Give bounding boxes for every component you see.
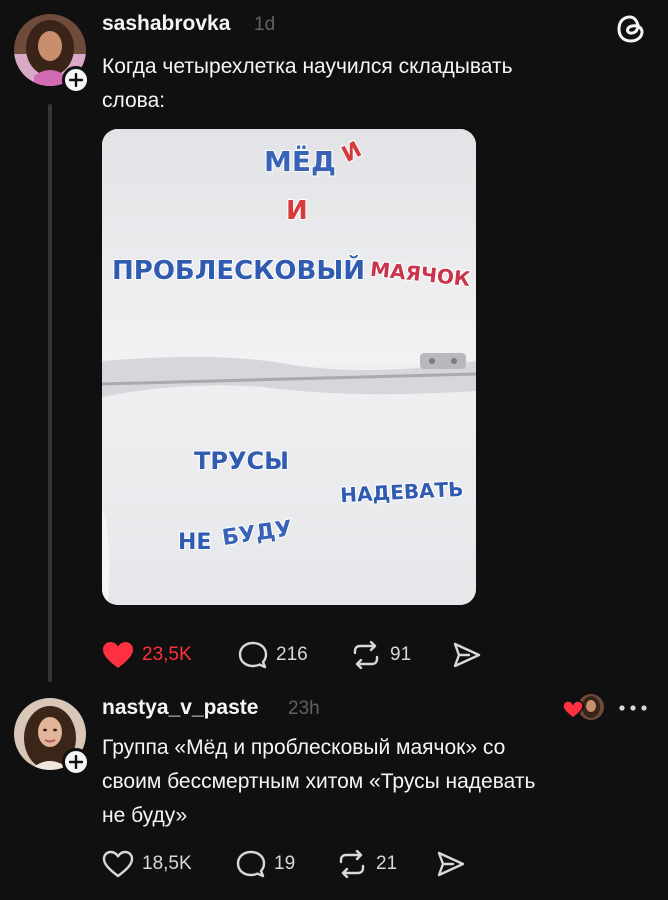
magnet-word: ТРУСЫ xyxy=(194,447,289,475)
fridge-magnets-photo: МЁД И И ПРОБЛЕСКОВЫЙ МАЯЧОК ТРУСЫ НАДЕВА… xyxy=(102,129,476,605)
magnet-word: МЁД xyxy=(264,144,336,178)
repost-button[interactable]: 91 xyxy=(350,641,411,669)
reply-text: Группа «Мёд и проблесковый маячок» со св… xyxy=(102,731,535,833)
comment-button[interactable]: 216 xyxy=(238,641,308,669)
plus-icon xyxy=(69,755,83,769)
reply-username[interactable]: nastya_v_paste xyxy=(102,696,258,720)
repost-button[interactable]: 21 xyxy=(336,850,397,878)
post-username[interactable]: sashabrovka xyxy=(102,12,230,36)
reply-timestamp: 23h xyxy=(288,698,320,719)
plus-icon xyxy=(69,73,83,87)
magnet-word: ПРОБЛЕСКОВЫЙ xyxy=(112,254,365,286)
comment-icon xyxy=(236,850,266,878)
share-icon xyxy=(453,642,481,668)
post-timestamp: 1d xyxy=(254,14,276,35)
heart-icon xyxy=(103,642,133,668)
like-count: 18,5K xyxy=(142,853,192,874)
comment-button[interactable]: 19 xyxy=(236,850,295,878)
more-button[interactable] xyxy=(616,696,650,720)
post-text-line: Когда четырехлетка научился складывать xyxy=(102,55,513,78)
comment-icon xyxy=(238,641,268,669)
repost-count: 21 xyxy=(376,853,398,874)
reply-text-line: не буду» xyxy=(102,804,188,827)
comment-count: 19 xyxy=(274,853,296,874)
reply-text-line: Группа «Мёд и проблесковый маячок» со xyxy=(102,736,506,759)
thread-line xyxy=(48,104,52,682)
follow-button[interactable] xyxy=(62,748,90,776)
share-button[interactable] xyxy=(452,641,482,669)
like-count: 23,5K xyxy=(142,644,192,665)
repost-icon xyxy=(339,850,365,878)
post-text: Когда четырехлетка научился складывать с… xyxy=(102,50,513,118)
repost-count: 91 xyxy=(390,644,412,665)
heart-icon xyxy=(102,850,134,878)
comment-count: 216 xyxy=(276,644,308,665)
like-button[interactable]: 18,5K xyxy=(102,850,192,878)
magnet-word: И xyxy=(286,196,308,226)
follow-button[interactable] xyxy=(62,66,90,94)
threads-logo-icon[interactable] xyxy=(614,12,648,46)
repost-icon xyxy=(353,641,379,669)
liked-by-author-indicator xyxy=(562,694,604,720)
like-button[interactable]: 23,5K xyxy=(102,641,192,669)
magnet-word: НЕ xyxy=(178,530,211,555)
share-button[interactable] xyxy=(436,850,466,878)
share-icon xyxy=(437,851,465,877)
post-image[interactable]: МЁД И И ПРОБЛЕСКОВЫЙ МАЯЧОК ТРУСЫ НАДЕВА… xyxy=(102,129,476,605)
post-text-line: слова: xyxy=(102,89,166,112)
more-icon xyxy=(619,705,647,711)
reply-text-line: своим бессмертным хитом «Трусы надевать xyxy=(102,770,536,793)
